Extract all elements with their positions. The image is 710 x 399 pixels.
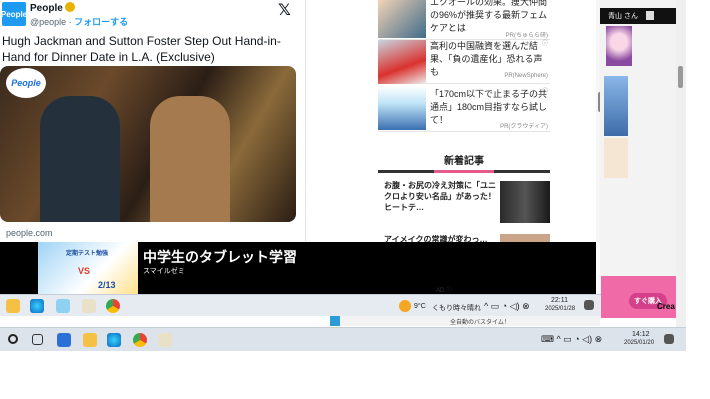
outer-scrollbar-thumb[interactable]	[678, 66, 683, 88]
remote-desktop-icon[interactable]	[158, 333, 172, 347]
ad-choices-badge[interactable]: AD ⓘ	[436, 285, 452, 294]
clock-date[interactable]: 2025/01/28	[545, 306, 575, 312]
banner-date: 2/13	[98, 280, 116, 290]
ad-thumbnail	[378, 86, 426, 130]
news-thumbnail[interactable]	[500, 181, 550, 223]
folder-icon[interactable]	[6, 299, 20, 313]
chrome-icon[interactable]	[133, 333, 147, 347]
banner-image: 定期テスト勉強 VS 2/13	[38, 242, 138, 294]
tweet-link-domain[interactable]: people.com	[6, 228, 53, 238]
outer-taskbar: ⌨ ^ ▭ ◔ ◁) ⊗ 14:12 2025/01/20	[0, 327, 686, 351]
banner-headline[interactable]: 中学生のタブレット学習	[143, 247, 297, 267]
ad-pr-label: PR(NewSphere)	[504, 73, 548, 79]
ad-item[interactable]: エクオールの効果。痩大仲間の96%が推奨する最新フェムケアとは PR(ちゅらら研…	[378, 0, 550, 40]
search-icon[interactable]	[8, 334, 18, 344]
edge-icon[interactable]	[107, 333, 121, 347]
notifications-icon[interactable]	[664, 334, 674, 344]
peek-thumb	[604, 138, 628, 178]
sidebar: エクオールの効果。痩大仲間の96%が推奨する最新フェムケアとは PR(ちゅらら研…	[378, 0, 550, 242]
photo-figure-man	[40, 96, 120, 222]
clock-date[interactable]: 2025/01/20	[624, 340, 654, 346]
pink-ad-brand: Crea	[657, 302, 675, 311]
weather-icon[interactable]	[399, 300, 411, 312]
clock-time[interactable]: 22:11	[551, 297, 568, 304]
section-underline	[378, 170, 550, 173]
ad-item[interactable]: 「170cm以下で止まる子の共通点」180cm目指すなら試して！ ⓘ PR(クラ…	[378, 84, 550, 132]
news-item-title[interactable]: お腹・お尻の冷え対策に「ユニクロより安い名品」があった！ ヒートテ…	[384, 180, 496, 213]
pink-ad[interactable]: すぐ購入 Crea	[601, 276, 676, 318]
follow-link[interactable]: フォローする	[74, 17, 128, 27]
ad-info-icon[interactable]: ⓘ	[542, 38, 548, 47]
paint-icon[interactable]	[82, 299, 96, 313]
task-view-icon[interactable]	[32, 334, 43, 345]
ad-item[interactable]: 高利の中国融資を選んだ結果、「負の遺産化」恐れる声も ⓘ PR(NewSpher…	[378, 38, 550, 84]
ad-thumbnail	[378, 0, 426, 38]
tray-icons[interactable]: ^ ▭ ◔ ◁) ⊗	[484, 301, 530, 312]
strip-icon	[330, 316, 340, 326]
peek-user-label: 青山 さん	[608, 13, 638, 20]
ad-thumbnail	[378, 40, 426, 84]
banner-sponsor: スマイルゼミ	[143, 268, 185, 275]
separator-dot: ·	[66, 17, 75, 27]
banner-vs: VS	[78, 266, 91, 276]
tweet-photo[interactable]: People	[0, 66, 296, 222]
peek-character-image	[606, 26, 632, 66]
people-avatar[interactable]: People	[1, 2, 27, 26]
app-icon[interactable]	[56, 299, 70, 313]
tweet-handle[interactable]: @people	[30, 17, 66, 27]
peek-icon	[646, 11, 654, 20]
section-title: 新着記事	[444, 156, 484, 167]
clock-time[interactable]: 14:12	[632, 331, 650, 338]
embedded-tweet: People People @people · フォローする 𝕏 Hugh Ja…	[0, 0, 305, 242]
x-logo-icon[interactable]: 𝕏	[278, 0, 291, 19]
banner-image-caption: 定期テスト勉強	[66, 251, 109, 257]
ad-banner[interactable]: 定期テスト勉強 VS 2/13 中学生のタブレット学習 スマイルゼミ	[0, 242, 596, 294]
folder-icon[interactable]	[83, 333, 97, 347]
tray-icons[interactable]: ⌨ ^ ▭ ◔ ◁) ⊗	[541, 334, 602, 345]
divider	[305, 0, 306, 242]
inner-taskbar: 9°C くもり時々晴れ ^ ▭ ◔ ◁) ⊗ 22:11 2025/01/28	[0, 294, 604, 316]
edge-icon[interactable]	[30, 299, 44, 313]
tweet-title[interactable]: Hugh Jackman and Sutton Foster Step Out …	[2, 33, 302, 65]
tweet-header: People People @people · フォローする 𝕏	[0, 0, 305, 30]
ad-info-icon[interactable]: ⓘ	[542, 86, 548, 95]
weather-temp[interactable]: 9°C	[414, 303, 426, 310]
strip-text: 全自動のバスタイム！	[450, 320, 510, 326]
people-photos-logo: People	[6, 68, 46, 98]
notifications-icon[interactable]	[584, 300, 594, 310]
tweet-author-name[interactable]: People	[30, 3, 63, 14]
background-window: 青山 さん	[600, 0, 680, 318]
background-strip: 全自動のバスタイム！	[330, 316, 600, 326]
news-thumbnail[interactable]	[500, 234, 550, 242]
ad-pr-label: PR(クラウディア)	[500, 124, 548, 130]
verified-badge-icon	[64, 2, 75, 12]
weather-text[interactable]: くもり時々晴れ	[432, 303, 481, 313]
news-item-title[interactable]: アイメイクの常識が変わっ…	[384, 234, 496, 242]
outer-scrollbar[interactable]	[676, 0, 686, 330]
store-icon[interactable]	[57, 333, 71, 347]
photo-figure-woman	[150, 96, 230, 222]
peek-header: 青山 さん	[600, 8, 680, 24]
peek-thumb	[604, 76, 628, 136]
chrome-icon[interactable]	[106, 299, 120, 313]
